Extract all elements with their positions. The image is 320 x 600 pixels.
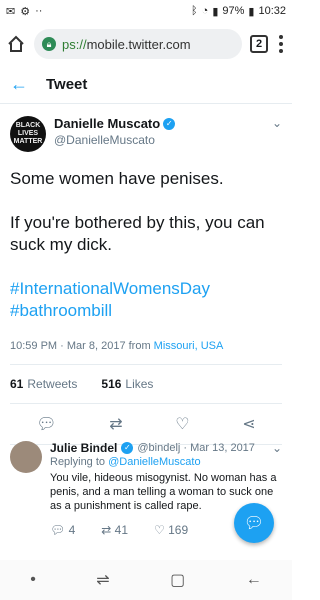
chevron-down-icon[interactable]: ⌄ <box>272 116 282 130</box>
browser-menu-icon[interactable] <box>276 35 286 53</box>
reply-icon[interactable]: 💬︎ <box>36 414 56 434</box>
reply-like-button[interactable]: ♡ 169 <box>154 523 188 537</box>
tweet-line-2: If you're bothered by this, you can suck… <box>10 213 265 254</box>
display-name[interactable]: Danielle Muscato ✓ <box>54 116 264 131</box>
tweet-timestamp: 10:59 PM · Mar 8, 2017 from <box>10 340 154 352</box>
more-notifications-icon: ·· <box>35 5 43 17</box>
verified-icon: ✓ <box>121 442 134 454</box>
likes-label: Likes <box>125 377 154 391</box>
url-scheme: ps:// <box>62 36 87 52</box>
retweets-stat[interactable]: 61 Retweets <box>10 377 77 391</box>
settings-icon: ⚙ <box>20 5 31 18</box>
tweet-stats: 61 Retweets 516 Likes <box>10 365 282 404</box>
bluetooth-icon: ᛒ <box>191 5 198 17</box>
reply-count: 4 <box>68 523 76 537</box>
share-icon[interactable]: ⋖ <box>242 414 255 434</box>
compose-icon: 💬︎ <box>243 515 265 532</box>
signal-icon: ▮ <box>212 5 219 18</box>
avatar[interactable]: BLACK LIVES MATTER <box>10 116 46 152</box>
replying-to-link[interactable]: @DanielleMuscato <box>108 456 201 468</box>
retweets-label: Retweets <box>27 377 78 391</box>
hashtag-link[interactable]: #InternationalWomensDay <box>10 278 282 300</box>
browser-toolbar: 🔒︎ ps://mobile.twitter.com 2 <box>0 22 292 66</box>
reply-display-name[interactable]: Julie Bindel <box>50 441 117 455</box>
status-right: ᛒ ◔ ▮ 97% ▮ 10:32 <box>191 5 286 18</box>
verified-icon: ✓ <box>163 117 176 130</box>
replying-prefix: Replying to <box>50 456 109 468</box>
replying-to: Replying to @DanielleMuscato <box>50 455 282 469</box>
retweets-count: 61 <box>10 377 24 391</box>
recents-dot-icon[interactable]: • <box>30 571 36 589</box>
reply-retweet-count: 41 <box>114 523 129 537</box>
compose-reply-button[interactable]: 💬︎ <box>234 503 274 543</box>
reply-handle-date: @bindelj · Mar 13, 2017 <box>137 442 255 454</box>
main-tweet: BLACK LIVES MATTER Danielle Muscato ✓ @Da… <box>0 104 292 445</box>
android-nav-bar: • ⇌ ▢ ← <box>0 560 292 600</box>
status-bar: ✉ ⚙ ·· ᛒ ◔ ▮ 97% ▮ 10:32 <box>0 0 292 22</box>
page-title: Tweet <box>46 76 88 93</box>
address-bar[interactable]: 🔒︎ ps://mobile.twitter.com <box>34 29 242 59</box>
chevron-down-icon[interactable]: ⌄ <box>272 441 282 455</box>
url-host: mobile.twitter.com <box>86 36 191 52</box>
home-nav-icon[interactable]: ▢ <box>170 570 185 590</box>
tweet-line-1: Some women have penises. <box>10 169 224 188</box>
handle[interactable]: @DanielleMuscato <box>54 133 264 147</box>
page-header: ← Tweet <box>0 66 292 104</box>
hashtag-link[interactable]: #bathroombill <box>10 300 282 322</box>
like-icon[interactable]: ♡ <box>175 414 189 434</box>
tab-switcher-button[interactable]: 2 <box>250 35 268 53</box>
reply-header: Julie Bindel ✓ @bindelj · Mar 13, 2017 ⌄ <box>50 441 282 455</box>
recent-apps-icon[interactable]: ⇌ <box>96 570 109 590</box>
home-icon[interactable] <box>6 34 26 54</box>
likes-stat[interactable]: 516 Likes <box>101 377 153 391</box>
reply-like-count: 169 <box>168 523 189 537</box>
tweet-meta: 10:59 PM · Mar 8, 2017 from Missouri, US… <box>10 340 282 365</box>
retweet-icon[interactable]: ⇄ <box>109 414 122 434</box>
location-link[interactable]: Missouri, USA <box>154 340 224 352</box>
clock: 10:32 <box>258 5 286 17</box>
likes-count: 516 <box>101 377 122 391</box>
tweet-text: Some women have penises. If you're bothe… <box>10 168 282 322</box>
reply-reply-button[interactable]: 💬︎ 4 <box>50 523 75 537</box>
avatar[interactable] <box>10 441 42 473</box>
battery-icon: ▮ <box>248 5 255 18</box>
wifi-icon: ◔ <box>201 5 209 17</box>
reply-retweet-button[interactable]: ⇄ 41 <box>101 523 128 537</box>
back-arrow-icon[interactable]: ← <box>10 74 28 95</box>
lock-icon: 🔒︎ <box>42 37 56 51</box>
tweet-author: BLACK LIVES MATTER Danielle Muscato ✓ @Da… <box>10 116 282 152</box>
display-name-text: Danielle Muscato <box>54 116 161 131</box>
author-names: Danielle Muscato ✓ @DanielleMuscato <box>54 116 264 147</box>
back-nav-icon[interactable]: ← <box>246 571 262 589</box>
status-left-icons: ✉ ⚙ ·· <box>6 5 42 18</box>
notification-icon: ✉ <box>6 5 16 18</box>
battery-percent: 97% <box>222 5 245 17</box>
